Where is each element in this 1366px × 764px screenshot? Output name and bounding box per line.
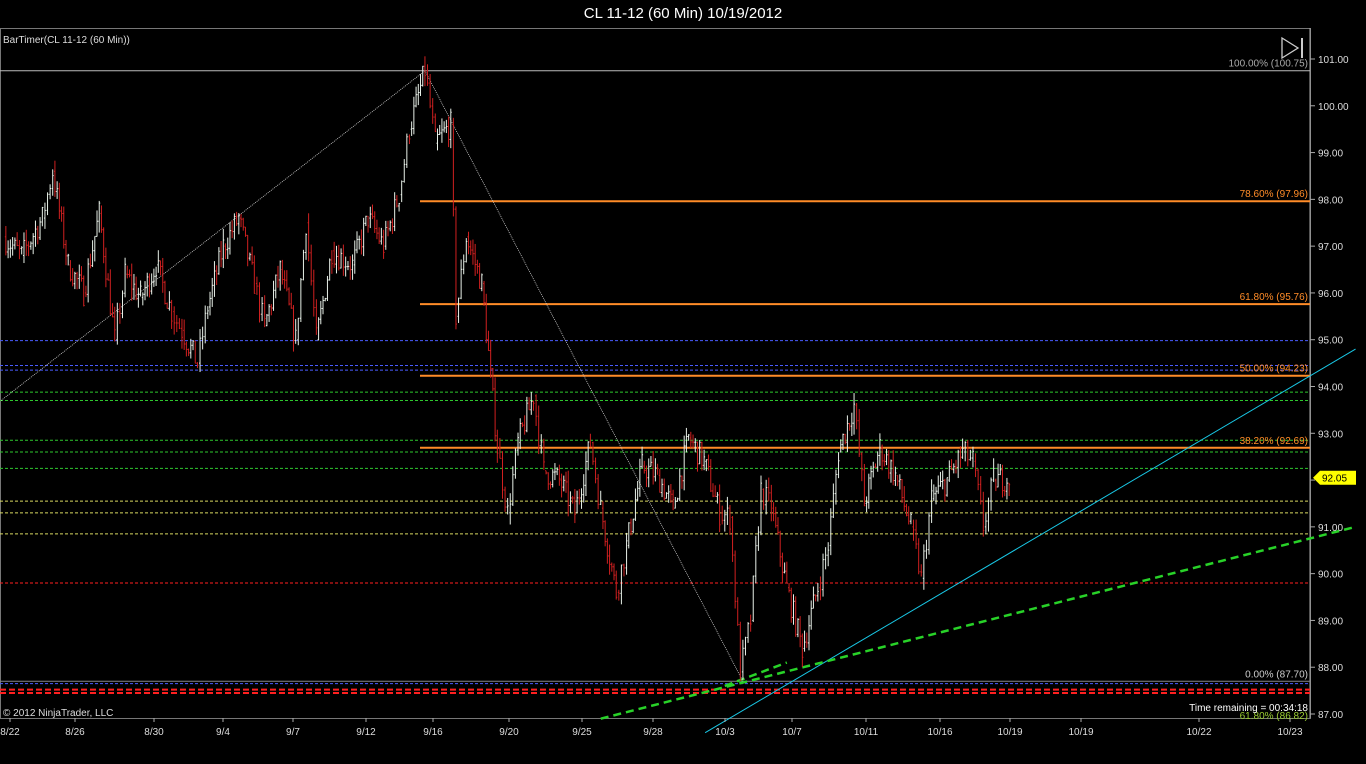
x-tick-label: 10/11 bbox=[854, 727, 879, 738]
x-tick-label: 9/28 bbox=[643, 727, 663, 738]
y-tick-label: 89.00 bbox=[1318, 616, 1343, 627]
x-tick-label: 8/30 bbox=[144, 727, 164, 738]
x-tick-label: 9/7 bbox=[286, 727, 300, 738]
x-tick-label: 10/23 bbox=[1277, 727, 1302, 738]
x-tick-label: 10/19 bbox=[1068, 727, 1093, 738]
y-tick-label: 101.00 bbox=[1318, 55, 1349, 66]
x-tick-label: 10/7 bbox=[782, 727, 802, 738]
chart-area[interactable]: 100.00% (100.75) 78.60% (97.96) 61.80% (95… bbox=[0, 28, 1366, 764]
fib-label: 78.60% (97.96) bbox=[1240, 189, 1308, 200]
x-tick-label: 8/22 bbox=[0, 727, 20, 738]
indicator-label: BarTimer(CL 11-12 (60 Min)) bbox=[3, 35, 130, 46]
x-tick-label: 10/3 bbox=[715, 727, 735, 738]
x-tick-label: 10/22 bbox=[1186, 727, 1211, 738]
fib-label: 50.00% (94.23) bbox=[1240, 364, 1308, 375]
x-tick-label: 10/16 bbox=[927, 727, 952, 738]
y-tick-label: 100.00 bbox=[1318, 102, 1349, 113]
x-tick-label: 8/26 bbox=[65, 727, 85, 738]
x-tick-label: 9/16 bbox=[423, 727, 443, 738]
fib-label: 38.20% (92.69) bbox=[1240, 436, 1308, 447]
x-tick-label: 9/12 bbox=[356, 727, 376, 738]
x-tick-label: 9/4 bbox=[216, 727, 230, 738]
x-tick-label: 10/19 bbox=[997, 727, 1022, 738]
y-tick-label: 96.00 bbox=[1318, 289, 1343, 300]
time-remaining-label: Time remaining = 00:34:18 bbox=[1189, 703, 1308, 714]
last-price-label: 92.05 bbox=[1322, 474, 1347, 485]
fib-label: 100.00% (100.75) bbox=[1228, 59, 1308, 70]
window-title: CL 11-12 (60 Min) 10/19/2012 bbox=[0, 0, 1366, 28]
last-price-tag: 92.05 bbox=[1313, 470, 1356, 485]
y-tick-label: 94.00 bbox=[1318, 383, 1343, 394]
fib-label: 61.80% (95.76) bbox=[1240, 292, 1308, 303]
fib-label: 0.00% (87.70) bbox=[1245, 669, 1308, 680]
y-tick-label: 87.00 bbox=[1318, 710, 1343, 721]
y-tick-label: 99.00 bbox=[1318, 149, 1343, 160]
y-tick-label: 88.00 bbox=[1318, 663, 1343, 674]
copyright-label: © 2012 NinjaTrader, LLC bbox=[3, 708, 113, 719]
y-tick-label: 97.00 bbox=[1318, 242, 1343, 253]
x-tick-label: 9/25 bbox=[572, 727, 592, 738]
y-tick-label: 90.00 bbox=[1318, 570, 1343, 581]
y-tick-label: 95.00 bbox=[1318, 336, 1343, 347]
chart-background bbox=[0, 28, 1366, 764]
x-tick-label: 9/20 bbox=[499, 727, 519, 738]
y-tick-label: 91.00 bbox=[1318, 523, 1343, 534]
y-tick-label: 93.00 bbox=[1318, 429, 1343, 440]
y-tick-label: 98.00 bbox=[1318, 195, 1343, 206]
